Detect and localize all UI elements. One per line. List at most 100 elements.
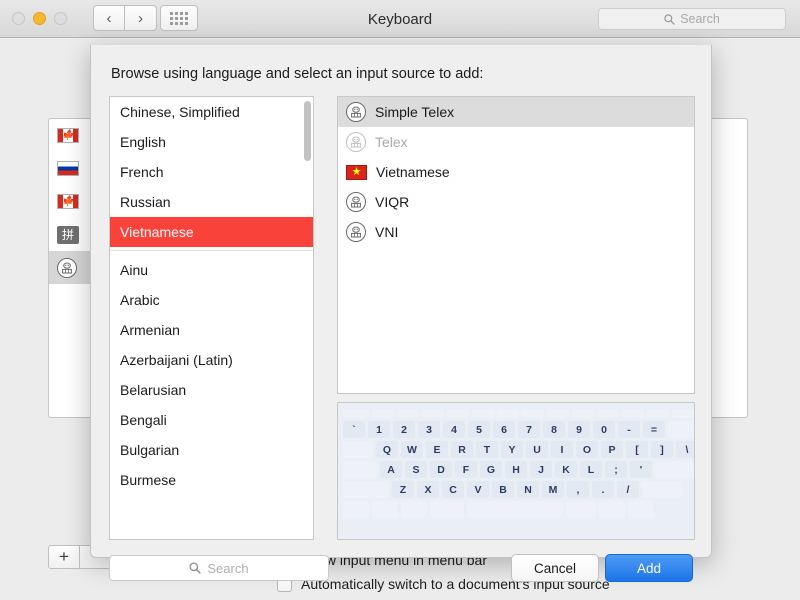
key-blank xyxy=(647,409,669,418)
key-blank xyxy=(372,409,394,418)
input-source-item-telex[interactable]: Telex xyxy=(338,127,694,157)
language-item-russian[interactable]: Russian xyxy=(110,187,313,217)
language-item-ainu[interactable]: Ainu xyxy=(110,255,313,285)
search-icon xyxy=(664,14,675,25)
key-command-right xyxy=(566,501,596,518)
input-source-item-viqr[interactable]: VIQR xyxy=(338,187,694,217)
search-input[interactable]: Search xyxy=(109,555,329,581)
key-2: 2 xyxy=(393,421,415,438)
keyboard-row-bottom: Z X C V B N M , . / xyxy=(343,481,689,498)
key-z: Z xyxy=(392,481,414,498)
input-source-label: VIQR xyxy=(375,194,409,210)
key-c: C xyxy=(442,481,464,498)
key-d: D xyxy=(430,461,452,478)
key-s: S xyxy=(405,461,427,478)
key-blank xyxy=(472,409,494,418)
key-minus: - xyxy=(618,421,640,438)
key-9: 9 xyxy=(568,421,590,438)
key-6: 6 xyxy=(493,421,515,438)
language-item-armenian[interactable]: Armenian xyxy=(110,315,313,345)
key-delete xyxy=(668,421,695,438)
list-separator xyxy=(110,250,313,251)
key-blank xyxy=(572,409,594,418)
language-list-scroll: Chinese, Simplified English French Russi… xyxy=(110,97,313,539)
key-quote: ' xyxy=(630,461,652,478)
key-bracket-left: [ xyxy=(626,441,648,458)
search-placeholder: Search xyxy=(207,561,248,576)
key-a: A xyxy=(380,461,402,478)
input-source-label: Telex xyxy=(375,134,408,150)
language-item-chinese-simplified[interactable]: Chinese, Simplified xyxy=(110,97,313,127)
keyboard-row-home: A S D F G H J K L ; ' xyxy=(343,461,689,478)
ime-icon xyxy=(346,132,366,152)
key-comma: , xyxy=(567,481,589,498)
key-u: U xyxy=(526,441,548,458)
language-item-belarusian[interactable]: Belarusian xyxy=(110,375,313,405)
language-list-scrollbar[interactable] xyxy=(304,101,311,537)
language-item-arabic[interactable]: Arabic xyxy=(110,285,313,315)
key-command-left xyxy=(430,501,464,518)
key-v: V xyxy=(467,481,489,498)
keyboard-row-function xyxy=(343,409,689,418)
flag-russia-icon xyxy=(57,161,79,176)
screen: ‹ › Keyboard Search xyxy=(0,0,800,600)
add-input-source-sheet: Browse using language and select an inpu… xyxy=(90,45,712,558)
key-7: 7 xyxy=(518,421,540,438)
pinyin-icon: 拼 xyxy=(57,226,79,244)
add-input-source-button[interactable]: + xyxy=(48,545,80,569)
language-item-burmese[interactable]: Burmese xyxy=(110,465,313,495)
language-item-english[interactable]: English xyxy=(110,127,313,157)
toolbar-search-input[interactable]: Search xyxy=(598,8,786,30)
key-g: G xyxy=(480,461,502,478)
key-semicolon: ; xyxy=(605,461,627,478)
key-backslash: \ xyxy=(676,441,695,458)
key-y: Y xyxy=(501,441,523,458)
input-source-label: VNI xyxy=(375,224,398,240)
ime-icon xyxy=(346,192,366,212)
key-b: B xyxy=(492,481,514,498)
key-5: 5 xyxy=(468,421,490,438)
key-bracket-right: ] xyxy=(651,441,673,458)
key-x: X xyxy=(417,481,439,498)
keyboard-row-top: Q W E R T Y U I O P [ ] \ xyxy=(343,441,689,458)
language-list[interactable]: Chinese, Simplified English French Russi… xyxy=(109,96,314,540)
key-control xyxy=(372,501,398,518)
input-source-item-vietnamese[interactable]: ★ Vietnamese xyxy=(338,157,694,187)
key-r: R xyxy=(451,441,473,458)
language-item-bulgarian[interactable]: Bulgarian xyxy=(110,435,313,465)
ime-icon xyxy=(57,258,77,278)
key-m: M xyxy=(542,481,564,498)
key-shift-right xyxy=(642,481,682,498)
input-source-list[interactable]: Simple Telex Telex ★ Vietnam xyxy=(337,96,695,394)
flag-canada-icon: 🍁 xyxy=(57,128,79,143)
sheet-title: Browse using language and select an inpu… xyxy=(111,66,483,82)
keyboard-layout-preview: ` 1 2 3 4 5 6 7 8 9 0 - = Q W E R xyxy=(337,402,695,540)
key-space xyxy=(467,501,563,518)
input-source-label: Simple Telex xyxy=(375,104,454,120)
language-item-french[interactable]: French xyxy=(110,157,313,187)
key-period: . xyxy=(592,481,614,498)
key-blank xyxy=(597,409,619,418)
language-item-vietnamese[interactable]: Vietnamese xyxy=(110,217,313,247)
ime-icon xyxy=(346,102,366,122)
add-button[interactable]: Add xyxy=(605,554,693,582)
key-w: W xyxy=(401,441,423,458)
key-0: 0 xyxy=(593,421,615,438)
cancel-button[interactable]: Cancel xyxy=(511,554,599,582)
ime-icon xyxy=(346,222,366,242)
key-equals: = xyxy=(643,421,665,438)
key-tab xyxy=(343,441,373,458)
language-item-bengali[interactable]: Bengali xyxy=(110,405,313,435)
key-p: P xyxy=(601,441,623,458)
language-item-azerbaijani-latin[interactable]: Azerbaijani (Latin) xyxy=(110,345,313,375)
key-n: N xyxy=(517,481,539,498)
key-blank xyxy=(522,409,544,418)
key-option-left xyxy=(401,501,427,518)
key-blank xyxy=(422,409,444,418)
key-e: E xyxy=(426,441,448,458)
input-source-item-simple-telex[interactable]: Simple Telex xyxy=(338,97,694,127)
key-j: J xyxy=(530,461,552,478)
scrollbar-thumb[interactable] xyxy=(304,101,311,161)
input-source-item-vni[interactable]: VNI xyxy=(338,217,694,247)
key-slash: / xyxy=(617,481,639,498)
